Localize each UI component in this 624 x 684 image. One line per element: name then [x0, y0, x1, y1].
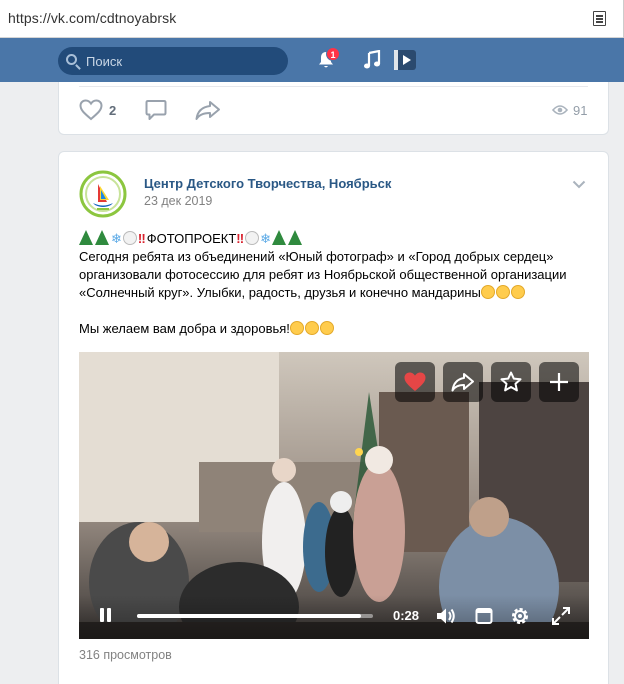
chevron-down-icon[interactable] — [572, 180, 586, 189]
pause-icon[interactable] — [99, 608, 113, 624]
upside-down-emoji-icon — [319, 321, 334, 335]
previous-post: 2 91 — [58, 82, 609, 135]
gear-icon[interactable] — [509, 605, 531, 627]
views-count: 91 — [573, 103, 588, 118]
browser-address-bar: https://vk.com/cdtnoyabrsk — [0, 0, 624, 38]
share-arrow-icon — [451, 373, 474, 392]
music-icon[interactable] — [363, 50, 381, 70]
snowman-icon — [122, 231, 137, 245]
video-controls: 0:28 — [79, 595, 589, 639]
search-input[interactable]: Поиск — [58, 47, 288, 75]
video-views: 316 просмотров — [79, 648, 172, 662]
snowflake-icon: ❄ — [260, 231, 272, 246]
post-headline: ФОТОПРОЕКТ — [146, 231, 237, 246]
double-exclamation-icon: ‼ — [236, 231, 245, 246]
share-video-button[interactable] — [443, 362, 483, 402]
group-avatar[interactable] — [79, 170, 127, 218]
like-video-button[interactable] — [395, 362, 435, 402]
snowflake-icon: ❄ — [111, 231, 122, 246]
post-line-4: Мы желаем вам добра и здоровья! — [79, 321, 290, 336]
save-video-button[interactable] — [491, 362, 531, 402]
snowman-icon — [245, 231, 260, 245]
search-placeholder: Поиск — [86, 54, 123, 69]
post-line-4-wrap: Мы желаем вам добра и здоровья! — [79, 320, 594, 338]
add-video-button[interactable] — [539, 362, 579, 402]
post-line-3-wrap: «Солнечный круг». Улыбки, радость, друзь… — [79, 284, 594, 302]
heart-icon — [404, 372, 426, 391]
group-logo — [79, 170, 127, 218]
grin-sweat-emoji-icon — [510, 285, 525, 299]
plus-icon — [550, 373, 568, 391]
vk-header: Поиск 1 — [0, 38, 624, 82]
text-gap — [79, 302, 594, 320]
notifications-badge: 1 — [326, 47, 340, 61]
divider — [79, 86, 588, 87]
share-icon[interactable] — [195, 99, 221, 121]
christmas-tree-icon — [95, 230, 109, 245]
address-url[interactable]: https://vk.com/cdtnoyabrsk — [8, 10, 176, 26]
video-progress — [137, 614, 362, 618]
video-time: 0:28 — [393, 608, 420, 623]
post-line-3: «Солнечный круг». Улыбки, радость, друзь… — [79, 285, 481, 300]
video-icon[interactable] — [393, 49, 417, 71]
star-icon — [500, 371, 522, 392]
smile-emoji-icon — [480, 285, 495, 299]
search-icon — [66, 54, 77, 65]
wink-emoji-icon — [304, 321, 319, 335]
post-author-link[interactable]: Центр Детского Творчества, Ноябрьск — [144, 176, 391, 191]
christmas-tree-icon — [288, 230, 303, 245]
post-date[interactable]: 23 дек 2019 — [144, 194, 212, 208]
like-count: 2 — [109, 103, 117, 118]
video-timeline[interactable] — [137, 614, 373, 618]
like-icon[interactable] — [79, 99, 103, 121]
reader-view-icon[interactable] — [593, 11, 606, 26]
wall-post: Центр Детского Творчества, Ноябрьск 23 д… — [58, 151, 609, 684]
christmas-tree-icon — [79, 230, 93, 245]
post-line-2: организовали фотосессию для ребят из Ноя… — [79, 267, 567, 282]
post-headline-line: ❄ ‼ФОТОПРОЕКТ‼ ❄ — [79, 230, 594, 248]
eye-icon — [552, 105, 568, 115]
volume-icon[interactable] — [435, 606, 457, 626]
video-player[interactable]: 0:28 — [79, 352, 589, 639]
post-line-1: Сегодня ребята из объединений «Юный фото… — [79, 249, 554, 264]
double-exclamation-icon: ‼ — [137, 231, 146, 246]
dizzy-emoji-icon — [289, 321, 304, 335]
love-emoji-icon — [495, 285, 510, 299]
post-text: ❄ ‼ФОТОПРОЕКТ‼ ❄ Сегодня ребята из объедин… — [79, 230, 594, 338]
fullscreen-icon[interactable] — [551, 606, 571, 626]
christmas-tree-icon — [272, 230, 287, 245]
comment-icon[interactable] — [145, 99, 167, 121]
miniplayer-icon[interactable] — [475, 607, 493, 625]
